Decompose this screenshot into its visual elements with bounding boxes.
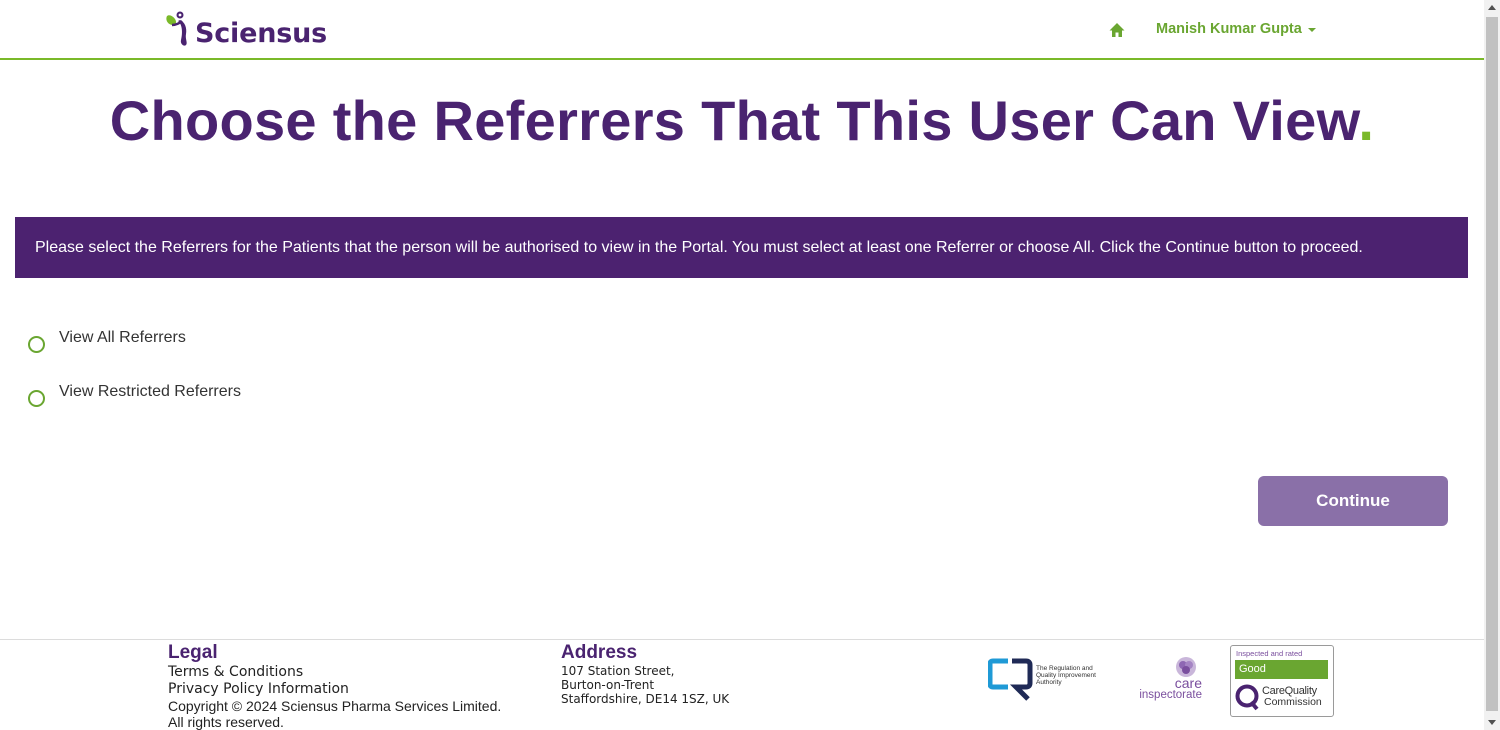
continue-button[interactable]: Continue	[1258, 476, 1448, 526]
footer-address: Address 107 Station Street, Burton-on-Tr…	[561, 642, 729, 706]
legal-heading: Legal	[168, 642, 218, 663]
care-word: care	[1174, 675, 1202, 691]
page-title-text: Choose the Referrers That This User Can …	[109, 89, 1359, 152]
radio-view-restricted-referrers[interactable]: View Restricted Referrers	[28, 383, 241, 407]
radio-label-view-all[interactable]: View All Referrers	[59, 329, 186, 347]
page-title: Choose the Referrers That This User Can …	[0, 88, 1484, 153]
rqia-text: The Regulation and Quality Improvement A…	[1036, 665, 1096, 686]
rqia-logo[interactable]: The Regulation and Quality Improvement A…	[988, 657, 1112, 701]
scroll-up-arrow-icon[interactable]	[1488, 5, 1496, 10]
privacy-link[interactable]: Privacy Policy Information	[168, 681, 501, 698]
terms-link[interactable]: Terms & Conditions	[168, 664, 501, 681]
title-dot: .	[1358, 89, 1375, 152]
vertical-scrollbar[interactable]	[1484, 0, 1500, 730]
radio-unchecked-icon[interactable]	[28, 336, 45, 353]
instruction-text: Please select the Referrers for the Pati…	[35, 238, 1363, 256]
cqc-q-icon	[1235, 684, 1259, 711]
cqc-rating: Good	[1235, 660, 1328, 679]
care-inspectorate-logo[interactable]: care inspectorate	[1126, 656, 1202, 704]
logo-text: Sciensus	[195, 17, 328, 49]
footer-legal: Legal Terms & Conditions Privacy Policy …	[168, 642, 501, 730]
scroll-down-arrow-icon[interactable]	[1488, 720, 1496, 725]
cqc-rating-badge[interactable]: Inspected and rated Good CareQuality Com…	[1230, 645, 1334, 717]
user-menu-dropdown[interactable]: Manish Kumar Gupta	[1156, 21, 1316, 37]
sciensus-logo[interactable]: Sciensus	[164, 10, 327, 50]
inspectorate-word: inspectorate	[1139, 689, 1202, 701]
address-line: 107 Station Street,	[561, 664, 675, 678]
cqc-inspected-text: Inspected and rated	[1236, 649, 1303, 658]
radio-unchecked-icon[interactable]	[28, 390, 45, 407]
user-name: Manish Kumar Gupta	[1156, 21, 1302, 37]
rights-text: All rights reserved.	[168, 714, 284, 730]
cqc-name-line2: Commission	[1264, 696, 1322, 708]
rqia-mark-icon	[988, 658, 1033, 701]
address-line: Burton-on-Trent	[561, 678, 655, 692]
instruction-banner: Please select the Referrers for the Pati…	[15, 217, 1468, 278]
top-navbar: Sciensus Manish Kumar Gupta	[0, 0, 1484, 60]
scrollbar-thumb[interactable]	[1486, 17, 1498, 711]
page: Sciensus Manish Kumar Gupta Choose the R…	[0, 0, 1500, 730]
radio-label-view-restricted[interactable]: View Restricted Referrers	[59, 383, 241, 401]
caret-down-icon	[1307, 28, 1316, 32]
address-heading: Address	[561, 642, 638, 663]
radio-view-all-referrers[interactable]: View All Referrers	[28, 329, 186, 353]
address-line: Staffordshire, DE14 1SZ, UK	[561, 692, 730, 706]
sciensus-logo-mark-icon	[166, 11, 187, 46]
copyright-text: Copyright © 2024 Sciensus Pharma Service…	[168, 698, 502, 714]
home-icon[interactable]	[1108, 21, 1126, 39]
